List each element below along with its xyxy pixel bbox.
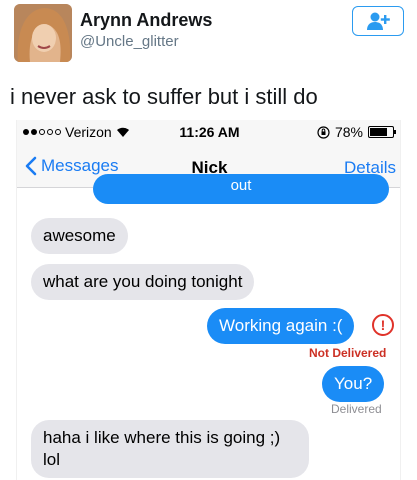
- avatar[interactable]: [14, 4, 72, 62]
- message-bubble-incoming[interactable]: haha i like where this is going ;) lol: [31, 420, 309, 478]
- add-user-icon: [367, 12, 390, 30]
- partial-text: out: [230, 177, 252, 194]
- author-name[interactable]: Arynn Andrews: [80, 10, 212, 31]
- tweet-header: Arynn Andrews @Uncle_glitter: [0, 0, 417, 70]
- error-icon[interactable]: !: [372, 314, 394, 336]
- message-line: haha i like where this is going ;): [43, 428, 281, 447]
- status-bar: Verizon 11:26 AM 78%: [17, 120, 400, 144]
- delivery-status: Delivered: [331, 402, 382, 416]
- delivery-status-failed: Not Delivered: [309, 346, 387, 360]
- follow-button[interactable]: [352, 6, 404, 36]
- rotation-lock-icon: [317, 125, 330, 139]
- message-bubble-incoming[interactable]: awesome: [31, 218, 128, 254]
- message-thread[interactable]: out awesome what are you doing tonight W…: [17, 174, 400, 480]
- message-bubble-outgoing[interactable]: You?: [322, 366, 385, 402]
- battery-fill: [370, 128, 388, 136]
- message-bubble-incoming[interactable]: what are you doing tonight: [31, 264, 255, 300]
- battery-percent: 78%: [334, 124, 363, 140]
- messages-screenshot: Verizon 11:26 AM 78% Messages Nick Detai…: [16, 120, 401, 480]
- message-line: lol: [43, 450, 61, 469]
- battery-icon: [368, 126, 396, 138]
- message-bubble-outgoing[interactable]: Working again :(: [207, 308, 355, 344]
- tweet-text: i never ask to suffer but i still do: [10, 84, 318, 109]
- author-handle[interactable]: @Uncle_glitter: [80, 33, 179, 50]
- message-bubble-outgoing-partial: out: [93, 174, 389, 204]
